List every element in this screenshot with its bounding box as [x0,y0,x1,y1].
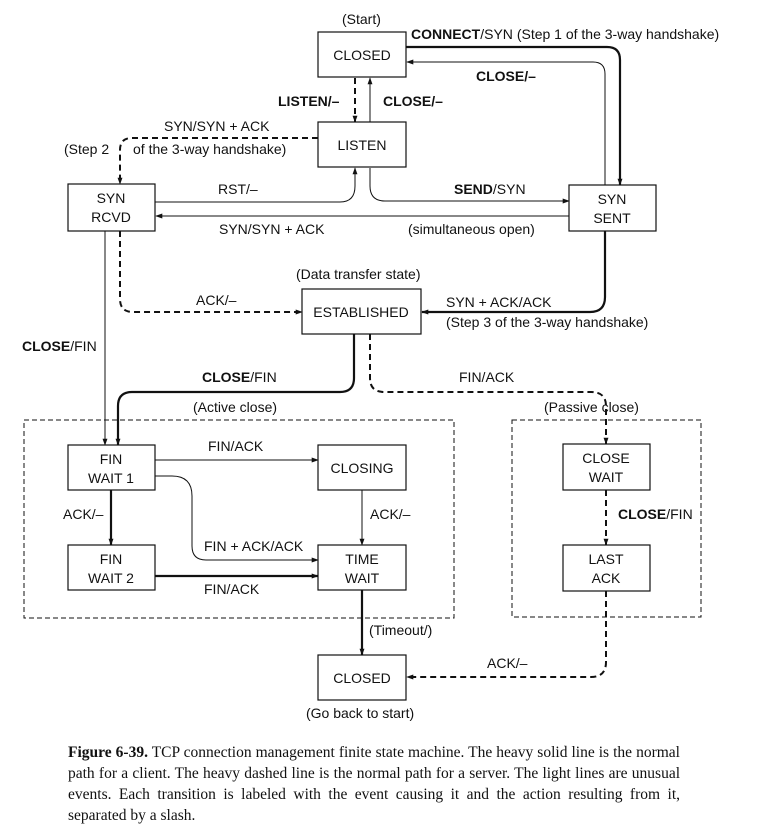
label-fin-ack-closing: FIN/ACK [208,438,264,454]
state-label: LAST [588,551,623,567]
label-connect: CONNECT/SYN (Step 1 of the 3-way handsha… [411,26,719,42]
state-fin-wait-1: FIN WAIT 1 [67,444,156,491]
label-close-listen: CLOSE/– [383,93,443,109]
state-label: ACK [592,570,621,586]
state-time-wait: TIME WAIT [317,544,407,591]
annotation-step2-right: of the 3-way handshake) [133,141,286,157]
label-finack-ack: FIN + ACK/ACK [204,538,304,554]
state-label: WAIT [589,469,624,485]
figure-number: Figure 6-39. [68,744,148,761]
annotation-simultaneous-open: (simultaneous open) [408,221,535,237]
annotation-step2-left: (Step 2 [64,141,109,157]
state-label: SENT [593,210,631,226]
label-synack-ack: SYN + ACK/ACK [446,294,552,310]
label-close-synsent: CLOSE/– [476,68,536,84]
label-ack-lastack: ACK/– [487,655,528,671]
label-send: SEND/SYN [454,181,526,197]
edge-close-established [115,334,356,446]
label-fin-ack-passive: FIN/ACK [459,369,515,385]
label-close-synrcvd: CLOSE/FIN [22,338,97,354]
state-established: ESTABLISHED [301,288,422,335]
figure-caption: Figure 6-39. TCP connection management f… [68,742,680,826]
annotation-active-close: (Active close) [193,399,277,415]
state-closing: CLOSING [317,444,407,491]
state-close-wait: CLOSE WAIT [562,443,651,491]
state-label: WAIT 1 [88,470,134,486]
state-label: FIN [100,551,123,567]
state-syn-sent: SYN SENT [568,184,657,232]
state-label: ESTABLISHED [313,304,408,320]
label-timeout: (Timeout/) [369,622,432,638]
state-closed-bottom: CLOSED [317,654,407,701]
label-close-closewait: CLOSE/FIN [618,506,693,522]
state-label: WAIT [345,570,380,586]
state-closed-top: CLOSED [317,31,407,78]
state-label: CLOSING [330,460,393,476]
state-label: LISTEN [337,137,386,153]
label-listen: LISTEN/– [278,93,340,109]
label-close-established: CLOSE/FIN [202,369,277,385]
state-label: CLOSED [333,670,391,686]
annotation-go-back: (Go back to start) [306,705,414,721]
state-label: CLOSED [333,47,391,63]
annotation-start: (Start) [342,11,381,27]
state-syn-rcvd: SYN RCVD [67,183,156,232]
annotation-data-transfer: (Data transfer state) [296,266,421,282]
caption-text: TCP connection management finite state m… [68,744,680,824]
state-label: WAIT 2 [88,570,134,586]
label-ack-finwait2: ACK/– [63,506,104,522]
annotation-passive-close: (Passive close) [544,399,639,415]
state-label: SYN [598,191,627,207]
state-label: RCVD [91,209,131,225]
label-fin-ack-finwait2: FIN/ACK [204,581,260,597]
state-label: FIN [100,451,123,467]
label-syn-synack: SYN/SYN + ACK [164,118,270,134]
label-simultaneous-open: SYN/SYN + ACK [219,221,325,237]
tcp-state-diagram: CLOSED LISTEN SYN RCVD SYN SENT ESTABLIS… [22,11,719,721]
label-ack-established: ACK/– [196,292,237,308]
state-listen: LISTEN [317,121,407,168]
label-rst: RST/– [218,181,258,197]
state-last-ack: LAST ACK [562,544,651,592]
state-label: TIME [345,551,378,567]
state-label: SYN [97,190,126,206]
annotation-step3: (Step 3 of the 3-way handshake) [446,314,648,330]
state-fin-wait-2: FIN WAIT 2 [67,544,156,591]
edge-fin-ack-passive [369,334,609,445]
state-label: CLOSE [582,450,629,466]
label-ack-timewait: ACK/– [370,506,411,522]
